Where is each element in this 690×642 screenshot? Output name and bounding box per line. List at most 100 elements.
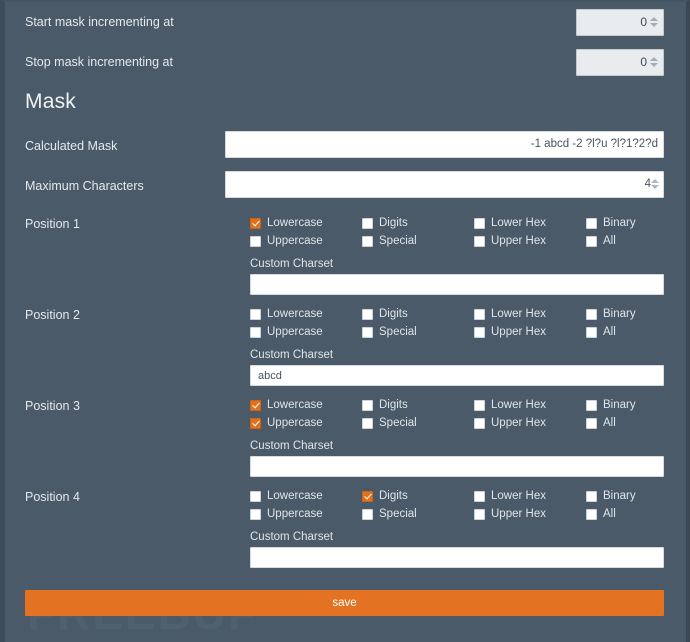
checkbox-label: All: [603, 326, 616, 338]
position-body: Lowercase Digits Lower Hex Binary Uppercase S…: [250, 487, 664, 568]
checkbox-binary[interactable]: Binary: [586, 487, 664, 505]
start-mask-increment-input[interactable]: 0: [576, 8, 664, 36]
checkbox-binary[interactable]: Binary: [586, 305, 664, 323]
checkbox-label: Special: [379, 508, 417, 520]
checkbox-special[interactable]: Special: [362, 505, 474, 523]
checkbox-label: Upper Hex: [491, 235, 546, 247]
custom-charset-input[interactable]: [250, 456, 664, 477]
checkbox-box-icon[interactable]: [586, 326, 597, 338]
checkbox-box-icon[interactable]: [250, 235, 261, 247]
spinner-icon[interactable]: [651, 175, 660, 193]
mask-settings-panel: FREEBUF Start mask incrementing at 0 Sto…: [0, 0, 690, 642]
checkmark-icon[interactable]: [250, 217, 261, 229]
checkbox-label: All: [603, 508, 616, 520]
checkbox-box-icon[interactable]: [474, 235, 485, 247]
checkbox-upper-hex[interactable]: Upper Hex: [474, 505, 586, 523]
spinner-icon[interactable]: [650, 13, 659, 31]
checkbox-binary[interactable]: Binary: [586, 214, 664, 232]
checkbox-box-icon[interactable]: [474, 217, 485, 229]
custom-charset-label: Custom Charset: [250, 531, 334, 543]
checkbox-box-icon[interactable]: [250, 308, 261, 320]
calculated-mask-input[interactable]: -1 abcd -2 ?l?u ?l?1?2?d: [225, 130, 664, 158]
checkbox-box-icon[interactable]: [250, 326, 261, 338]
checkbox-digits[interactable]: Digits: [362, 305, 474, 323]
spinner-icon[interactable]: [650, 53, 659, 71]
checkbox-box-icon[interactable]: [474, 308, 485, 320]
checkbox-box-icon[interactable]: [362, 399, 373, 411]
checkbox-box-icon[interactable]: [362, 508, 373, 520]
checkbox-label: Lowercase: [267, 490, 323, 502]
checkbox-label: Upper Hex: [491, 417, 546, 429]
position-body: Lowercase Digits Lower Hex Binary Uppercase S…: [250, 396, 664, 477]
custom-charset-input[interactable]: [250, 274, 664, 295]
checkbox-lower-hex[interactable]: Lower Hex: [474, 214, 586, 232]
checkbox-box-icon[interactable]: [474, 508, 485, 520]
position-label: Position 1: [25, 217, 80, 231]
checkbox-box-icon[interactable]: [362, 235, 373, 247]
checkbox-box-icon[interactable]: [586, 417, 597, 429]
checkbox-lower-hex[interactable]: Lower Hex: [474, 396, 586, 414]
custom-charset-label: Custom Charset: [250, 258, 334, 270]
checkbox-box-icon[interactable]: [250, 490, 261, 502]
checkbox-box-icon[interactable]: [362, 326, 373, 338]
checkbox-lowercase[interactable]: Lowercase: [250, 396, 362, 414]
checkbox-special[interactable]: Special: [362, 232, 474, 250]
checkbox-box-icon[interactable]: [586, 217, 597, 229]
charset-checkbox-grid: Lowercase Digits Lower Hex Binary Uppercase S…: [250, 305, 664, 341]
checkbox-lower-hex[interactable]: Lower Hex: [474, 305, 586, 323]
checkbox-label: Uppercase: [267, 235, 323, 247]
checkbox-box-icon[interactable]: [362, 308, 373, 320]
checkbox-uppercase[interactable]: Uppercase: [250, 323, 362, 341]
checkmark-icon[interactable]: [362, 490, 373, 502]
checkbox-box-icon[interactable]: [586, 235, 597, 247]
checkbox-all[interactable]: All: [586, 323, 664, 341]
save-button[interactable]: save: [25, 590, 664, 616]
checkbox-box-icon[interactable]: [474, 326, 485, 338]
checkbox-box-icon[interactable]: [586, 399, 597, 411]
position-body: Lowercase Digits Lower Hex Binary Uppercase S…: [250, 305, 664, 386]
start-mask-increment-row: Start mask incrementing at 0: [5, 2, 686, 42]
custom-charset-label: Custom Charset: [250, 349, 334, 361]
checkbox-lowercase[interactable]: Lowercase: [250, 305, 362, 323]
checkbox-upper-hex[interactable]: Upper Hex: [474, 323, 586, 341]
checkbox-lowercase[interactable]: Lowercase: [250, 487, 362, 505]
checkbox-box-icon[interactable]: [586, 308, 597, 320]
checkbox-upper-hex[interactable]: Upper Hex: [474, 232, 586, 250]
checkbox-digits[interactable]: Digits: [362, 214, 474, 232]
checkbox-upper-hex[interactable]: Upper Hex: [474, 414, 586, 432]
stop-mask-increment-input[interactable]: 0: [576, 48, 664, 76]
checkbox-box-icon[interactable]: [474, 399, 485, 411]
checkbox-all[interactable]: All: [586, 505, 664, 523]
checkbox-special[interactable]: Special: [362, 323, 474, 341]
save-button-wrapper: save: [5, 568, 686, 616]
position-label: Position 3: [25, 399, 80, 413]
checkbox-all[interactable]: All: [586, 232, 664, 250]
checkmark-icon[interactable]: [250, 399, 261, 411]
custom-charset-input[interactable]: [250, 547, 664, 568]
checkbox-digits[interactable]: Digits: [362, 487, 474, 505]
checkbox-box-icon[interactable]: [362, 417, 373, 429]
checkbox-label: Digits: [379, 217, 408, 229]
charset-checkbox-grid: Lowercase Digits Lower Hex Binary Uppercase S…: [250, 487, 664, 523]
checkbox-label: Special: [379, 326, 417, 338]
checkbox-box-icon[interactable]: [250, 508, 261, 520]
checkbox-box-icon[interactable]: [362, 217, 373, 229]
checkbox-uppercase[interactable]: Uppercase: [250, 232, 362, 250]
checkbox-label: Uppercase: [267, 508, 323, 520]
maximum-characters-input[interactable]: 4: [225, 170, 664, 198]
checkbox-uppercase[interactable]: Uppercase: [250, 414, 362, 432]
checkbox-binary[interactable]: Binary: [586, 396, 664, 414]
checkbox-special[interactable]: Special: [362, 414, 474, 432]
checkbox-box-icon[interactable]: [474, 490, 485, 502]
calculated-mask-value: -1 abcd -2 ?l?u ?l?1?2?d: [530, 138, 658, 150]
checkbox-digits[interactable]: Digits: [362, 396, 474, 414]
checkbox-box-icon[interactable]: [586, 508, 597, 520]
checkmark-icon[interactable]: [250, 417, 261, 429]
custom-charset-input[interactable]: abcd: [250, 365, 664, 386]
checkbox-box-icon[interactable]: [586, 490, 597, 502]
checkbox-lowercase[interactable]: Lowercase: [250, 214, 362, 232]
checkbox-box-icon[interactable]: [474, 417, 485, 429]
checkbox-lower-hex[interactable]: Lower Hex: [474, 487, 586, 505]
checkbox-all[interactable]: All: [586, 414, 664, 432]
checkbox-uppercase[interactable]: Uppercase: [250, 505, 362, 523]
